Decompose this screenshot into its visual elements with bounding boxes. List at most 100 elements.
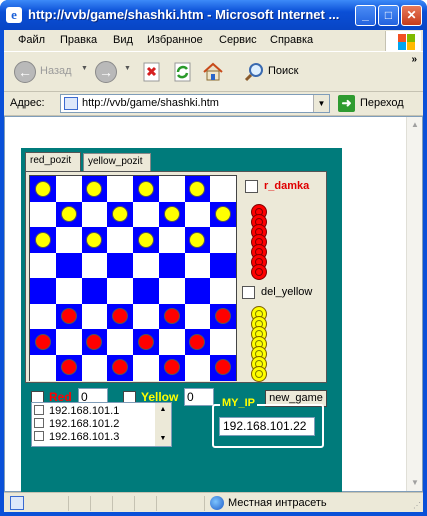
address-url[interactable]: http://vvb/game/shashki.htm [82,97,219,109]
yellow-checker[interactable] [34,180,51,197]
ip-checkbox[interactable] [34,431,44,441]
close-button[interactable]: ✕ [401,5,422,26]
forward-arrow-icon[interactable]: → [95,61,117,83]
red-checker[interactable] [34,333,51,350]
menu-edit[interactable]: Правка [60,34,97,46]
board-cell[interactable] [55,278,82,304]
title-bar[interactable]: e http://vvb/game/shashki.htm - Microsof… [0,0,427,30]
scroll-down-icon[interactable]: ▼ [155,432,171,446]
back-dropdown-icon[interactable]: ▼ [81,65,88,72]
maximize-button[interactable]: □ [378,5,399,26]
ip-address: 192.168.101.3 [49,431,120,443]
board-cell[interactable] [210,278,237,304]
board-cell[interactable] [184,278,211,304]
scroll-up-icon[interactable]: ▲ [407,117,423,133]
address-dropdown-icon[interactable]: ▼ [313,95,329,112]
ip-list-scrollbar[interactable]: ▲ ▼ [155,403,171,446]
board-cell[interactable] [30,354,56,381]
board-cell[interactable] [133,278,159,304]
board-cell[interactable] [184,201,211,228]
tab-red-pozit[interactable]: red_pozit [25,152,81,172]
ip-list[interactable]: 192.168.101.1 192.168.101.2 192.168.101.… [31,402,172,447]
board-cell[interactable] [30,252,56,279]
scroll-down-icon[interactable]: ▼ [407,475,423,491]
vertical-scrollbar[interactable]: ▲ ▼ [406,117,422,491]
stop-icon[interactable] [141,61,163,83]
board-cell[interactable] [210,176,237,202]
board-cell[interactable] [133,252,159,279]
red-checker[interactable] [60,308,77,325]
board-cell[interactable] [55,252,82,279]
menu-file[interactable]: Файл [18,34,45,46]
board-cell[interactable] [81,252,108,279]
menu-help[interactable]: Справка [270,34,313,46]
board-cell[interactable] [107,278,134,304]
minimize-button[interactable]: _ [355,5,376,26]
board-cell[interactable] [107,176,134,202]
board-cell[interactable] [81,303,108,330]
board-cell[interactable] [30,201,56,228]
board-cell[interactable] [158,176,185,202]
board-cell[interactable] [133,303,159,330]
ip-list-item[interactable]: 192.168.101.2 [34,418,119,430]
board-cell[interactable] [158,329,185,355]
board-cell[interactable] [107,227,134,253]
yellow-checker[interactable] [60,206,77,223]
board-cell[interactable] [210,227,237,253]
board-cell[interactable] [30,278,56,304]
board-cell[interactable] [210,329,237,355]
yellow-checker[interactable] [34,231,51,248]
board-cell[interactable] [158,252,185,279]
board-cell[interactable] [184,354,211,381]
yellow-checker[interactable] [163,206,180,223]
menu-tools[interactable]: Сервис [219,34,257,46]
board-cell[interactable] [55,176,82,202]
windows-logo-icon [385,31,421,51]
address-field[interactable]: http://vvb/game/shashki.htm ▼ [60,94,330,113]
ip-list-item[interactable]: 192.168.101.3 [34,431,119,443]
red-checker[interactable] [163,308,180,325]
board-cell[interactable] [184,303,211,330]
board-cell[interactable] [158,227,185,253]
board-cell[interactable] [81,278,108,304]
board-cell[interactable] [55,329,82,355]
yellow-checker[interactable] [137,180,154,197]
home-icon[interactable] [202,61,224,83]
tab-yellow-pozit[interactable]: yellow_pozit [83,153,151,171]
back-arrow-icon[interactable]: ← [14,61,36,83]
toolbar-overflow-icon[interactable]: » [411,54,417,65]
ip-checkbox[interactable] [34,405,44,415]
board-cell[interactable] [210,252,237,279]
board-cell[interactable] [81,354,108,381]
board-cell[interactable] [30,303,56,330]
red-checker[interactable] [60,359,77,376]
menu-view[interactable]: Вид [113,34,133,46]
board-cell[interactable] [81,201,108,228]
board-cell[interactable] [55,227,82,253]
board-cell[interactable] [107,329,134,355]
red-checker[interactable] [163,359,180,376]
r-damka-checkbox[interactable] [245,180,258,193]
resize-grip-icon[interactable]: ⋰ [413,501,421,510]
search-button-label[interactable]: Поиск [268,65,298,77]
my-ip-field[interactable]: 192.168.101.22 [219,417,315,436]
board-cell[interactable] [133,201,159,228]
ip-list-item[interactable]: 192.168.101.1 [34,405,119,417]
refresh-icon[interactable] [172,61,194,83]
ip-checkbox[interactable] [34,418,44,428]
scroll-up-icon[interactable]: ▲ [155,403,171,417]
back-button-label[interactable]: Назад [40,65,72,77]
yellow-checker[interactable] [137,231,154,248]
checkers-board[interactable] [29,175,237,381]
board-cell[interactable] [133,354,159,381]
search-icon[interactable] [244,61,266,83]
board-cell[interactable] [158,278,185,304]
board-cell[interactable] [107,252,134,279]
red-checker[interactable] [137,333,154,350]
yellow-score-field[interactable]: 0 [184,388,214,406]
del-yellow-checkbox[interactable] [242,286,255,299]
captured-yellow-stack [251,306,267,382]
board-cell[interactable] [184,252,211,279]
menu-favorites[interactable]: Избранное [147,34,203,46]
forward-dropdown-icon[interactable]: ▼ [124,65,131,72]
